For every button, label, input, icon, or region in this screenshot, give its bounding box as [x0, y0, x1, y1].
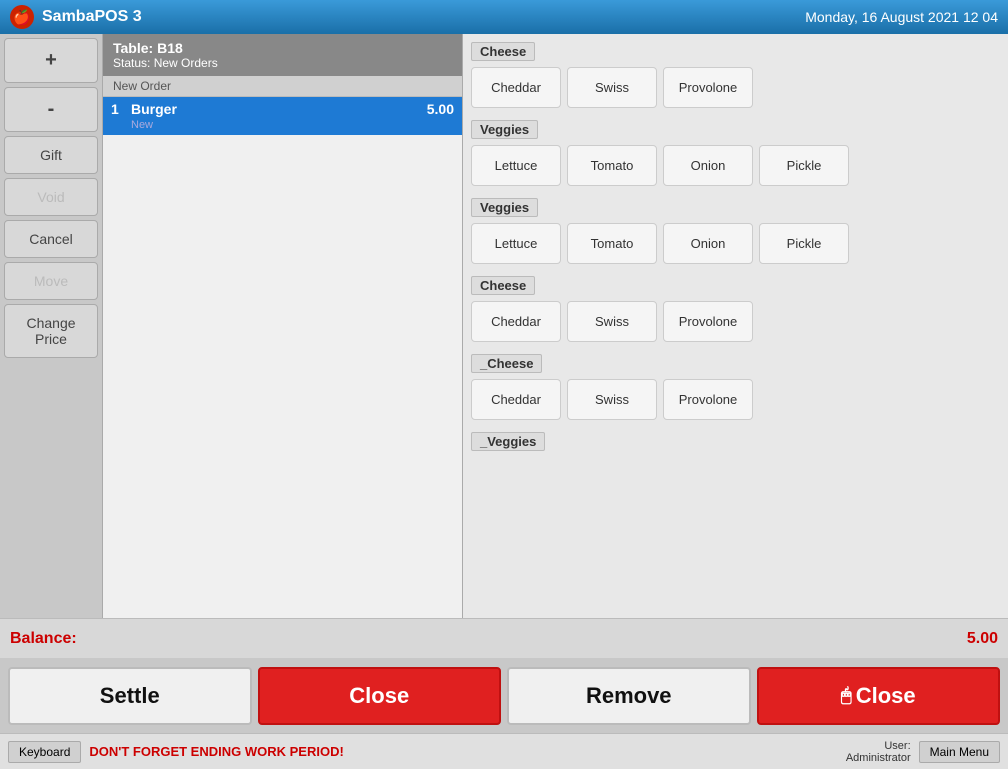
modifier-buttons-veggies2: Lettuce Tomato Onion Pickle — [471, 223, 1000, 264]
order-group-header: New Order — [103, 76, 462, 97]
gift-button[interactable]: Gift — [4, 136, 98, 174]
modifier-btn-tomato2[interactable]: Tomato — [567, 223, 657, 264]
modifier-btn-provolone1[interactable]: Provolone — [663, 67, 753, 108]
order-item[interactable]: 1 Burger New 5.00 — [103, 97, 462, 135]
modifier-btn-lettuce2[interactable]: Lettuce — [471, 223, 561, 264]
void-button[interactable]: Void — [4, 178, 98, 216]
modifier-btn-cheddar2[interactable]: Cheddar — [471, 301, 561, 342]
modifier-group-cheese2: Cheese Cheddar Swiss Provolone — [471, 276, 1000, 342]
cursor-icon: 🖱 — [841, 685, 852, 706]
modifier-btn-cheddar1[interactable]: Cheddar — [471, 67, 561, 108]
app-logo: 🍎 — [10, 5, 34, 29]
modifier-btn-swiss2[interactable]: Swiss — [567, 301, 657, 342]
modifier-group-header-cheese1: Cheese — [471, 42, 535, 61]
modifier-group-header-veggies1: Veggies — [471, 120, 538, 139]
modifier-btn-swiss1[interactable]: Swiss — [567, 67, 657, 108]
modifier-group-veggies2: Veggies Lettuce Tomato Onion Pickle — [471, 198, 1000, 264]
plus-button[interactable]: + — [4, 38, 98, 83]
statusbar: Keyboard DON'T FORGET ENDING WORK PERIOD… — [0, 733, 1008, 769]
remove-button[interactable]: Remove — [507, 667, 751, 725]
modifier-group-header-veggies2: Veggies — [471, 198, 538, 217]
item-name: Burger — [131, 101, 427, 117]
status-warning: DON'T FORGET ENDING WORK PERIOD! — [89, 744, 837, 759]
app-title: SambaPOS 3 — [42, 8, 805, 26]
modifier-btn-tomato1[interactable]: Tomato — [567, 145, 657, 186]
balance-row: Balance: 5.00 — [0, 618, 1008, 658]
mainmenu-button[interactable]: Main Menu — [919, 741, 1000, 763]
titlebar: 🍎 SambaPOS 3 Monday, 16 August 2021 12 0… — [0, 0, 1008, 34]
close-right-button[interactable]: 🖱 Close — [757, 667, 1001, 725]
datetime: Monday, 16 August 2021 12 04 — [805, 9, 998, 25]
modifier-buttons-cheese1: Cheddar Swiss Provolone — [471, 67, 1000, 108]
modifier-group-veggies3: _Veggies — [471, 432, 1000, 457]
item-price: 5.00 — [427, 101, 454, 117]
balance-label: Balance: — [10, 630, 967, 648]
close-left-button[interactable]: Close — [258, 667, 502, 725]
table-status: Status: New Orders — [113, 56, 452, 70]
modifier-group-cheese1: Cheese Cheddar Swiss Provolone — [471, 42, 1000, 108]
move-button[interactable]: Move — [4, 262, 98, 300]
user-label: User: — [884, 740, 910, 752]
modifier-btn-swiss3[interactable]: Swiss — [567, 379, 657, 420]
status-user: User: Administrator — [846, 740, 911, 764]
modifier-btn-cheddar3[interactable]: Cheddar — [471, 379, 561, 420]
modifier-btn-onion1[interactable]: Onion — [663, 145, 753, 186]
action-bar: Settle Close Remove 🖱 Close — [0, 658, 1008, 733]
table-name: Table: B18 — [113, 40, 452, 56]
modifier-group-veggies1: Veggies Lettuce Tomato Onion Pickle — [471, 120, 1000, 186]
modifier-btn-provolone3[interactable]: Provolone — [663, 379, 753, 420]
main-area: + - Gift Void Cancel Move Change Price T… — [0, 34, 1008, 618]
modifier-buttons-cheese2: Cheddar Swiss Provolone — [471, 301, 1000, 342]
modifier-group-header-cheese2: Cheese — [471, 276, 535, 295]
order-items: 1 Burger New 5.00 — [103, 97, 462, 618]
close-right-label: Close — [856, 683, 916, 709]
modifier-btn-lettuce1[interactable]: Lettuce — [471, 145, 561, 186]
item-status: New — [131, 119, 427, 131]
table-info: Table: B18 Status: New Orders — [103, 34, 462, 76]
modifier-btn-pickle1[interactable]: Pickle — [759, 145, 849, 186]
item-qty: 1 — [111, 101, 131, 117]
user-name: Administrator — [846, 752, 911, 764]
modifier-btn-provolone2[interactable]: Provolone — [663, 301, 753, 342]
minus-button[interactable]: - — [4, 87, 98, 132]
order-area: Table: B18 Status: New Orders New Order … — [103, 34, 463, 618]
keyboard-button[interactable]: Keyboard — [8, 741, 81, 763]
modifier-group-header-cheese3: _Cheese — [471, 354, 542, 373]
change-price-button[interactable]: Change Price — [4, 304, 98, 358]
modifier-group-header-veggies3: _Veggies — [471, 432, 545, 451]
sidebar: + - Gift Void Cancel Move Change Price — [0, 34, 103, 618]
modifier-buttons-cheese3: Cheddar Swiss Provolone — [471, 379, 1000, 420]
modifier-group-cheese3: _Cheese Cheddar Swiss Provolone — [471, 354, 1000, 420]
cancel-button[interactable]: Cancel — [4, 220, 98, 258]
modifier-panel: Cheese Cheddar Swiss Provolone Veggies L… — [463, 34, 1008, 618]
modifier-btn-onion2[interactable]: Onion — [663, 223, 753, 264]
settle-button[interactable]: Settle — [8, 667, 252, 725]
modifier-btn-pickle2[interactable]: Pickle — [759, 223, 849, 264]
modifier-buttons-veggies1: Lettuce Tomato Onion Pickle — [471, 145, 1000, 186]
balance-amount: 5.00 — [967, 630, 998, 648]
